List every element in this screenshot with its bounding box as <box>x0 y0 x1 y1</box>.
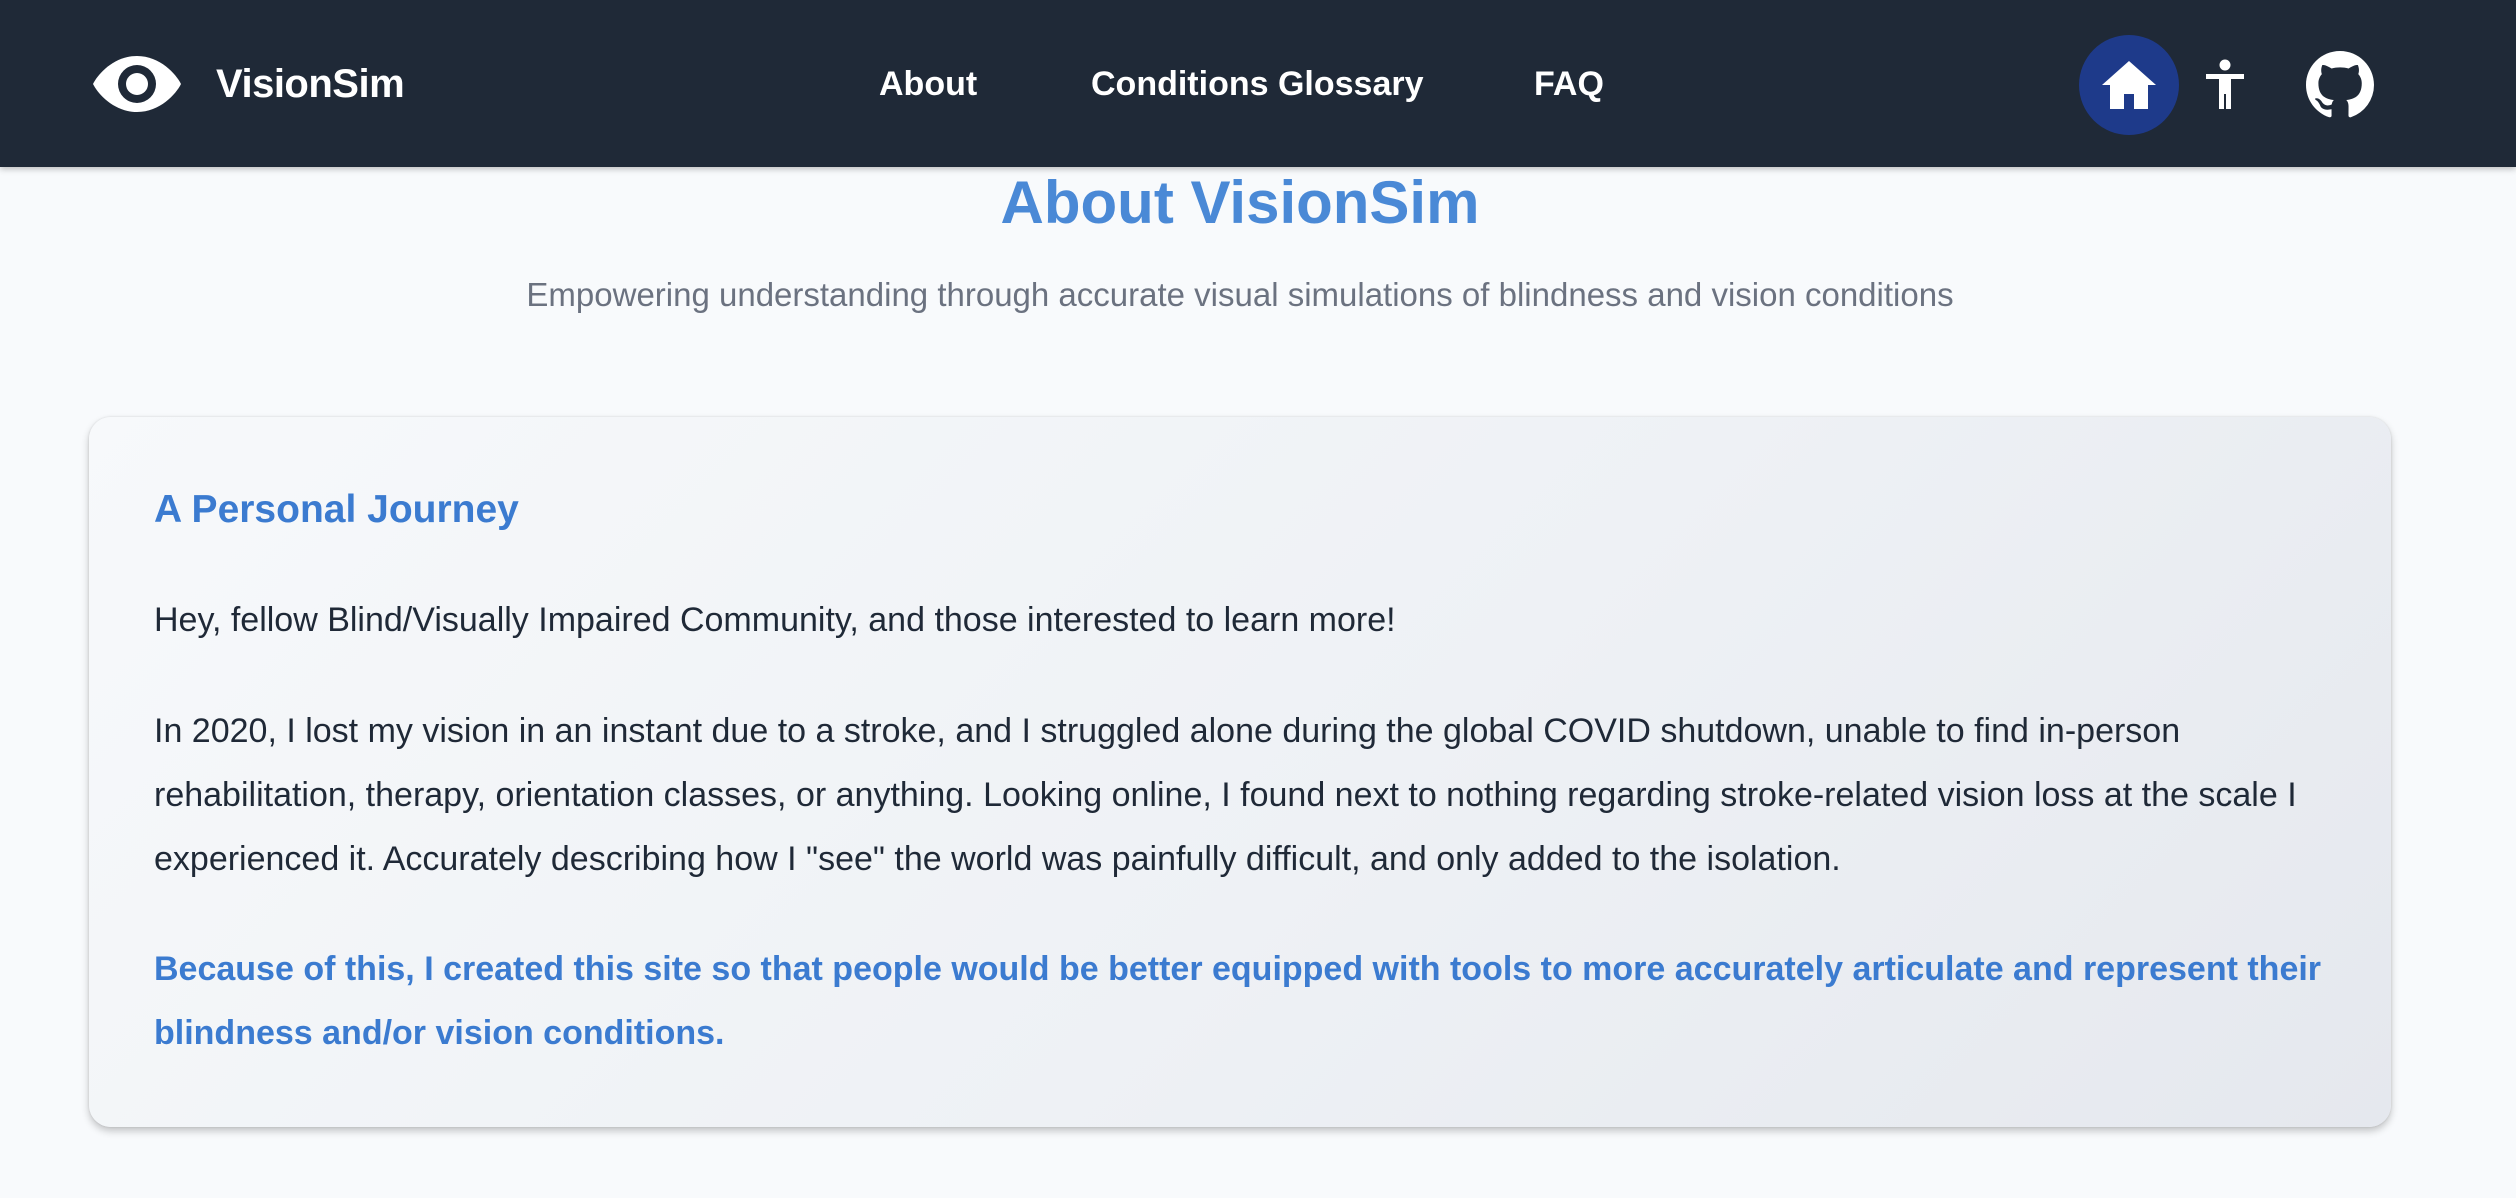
card-highlight-statement: Because of this, I created this site so … <box>154 950 2322 1052</box>
home-icon <box>2102 61 2156 109</box>
home-button[interactable] <box>2079 35 2179 135</box>
page-title: About VisionSim <box>1000 169 1480 236</box>
top-navbar: VisionSim About Conditions Glossary FAQ <box>0 0 2516 167</box>
accessibility-button[interactable] <box>2194 52 2256 118</box>
personal-journey-card: A Personal Journey Hey, fellow Blind/Vis… <box>89 417 2391 1127</box>
page-subtitle: Empowering understanding through accurat… <box>526 276 1954 313</box>
github-link[interactable] <box>2305 50 2375 120</box>
nav-link-about[interactable]: About <box>879 58 977 110</box>
card-heading: A Personal Journey <box>154 488 519 531</box>
nav-link-faq[interactable]: FAQ <box>1534 58 1604 110</box>
card-paragraph-story: In 2020, I lost my vision in an instant … <box>154 712 2297 878</box>
github-icon <box>2306 51 2374 118</box>
nav-link-conditions-glossary[interactable]: Conditions Glossary <box>1091 58 1424 110</box>
card-paragraph-greeting: Hey, fellow Blind/Visually Impaired Comm… <box>154 601 1396 639</box>
accessibility-icon <box>2206 59 2244 109</box>
